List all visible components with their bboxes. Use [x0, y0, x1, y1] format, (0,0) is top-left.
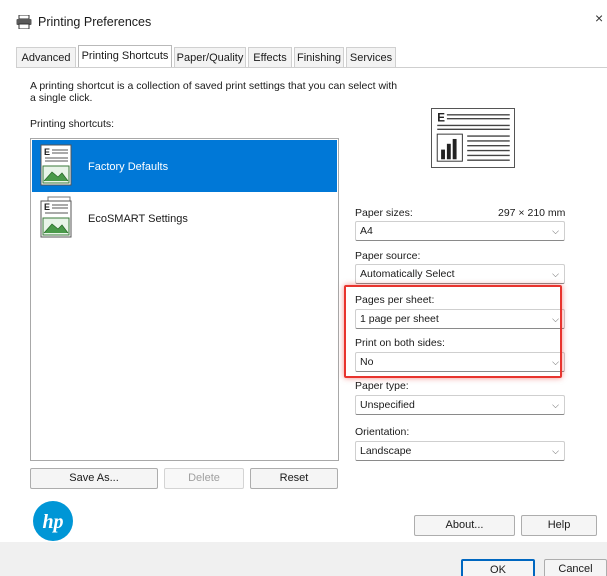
- save-as-button[interactable]: Save As...: [30, 468, 158, 489]
- orientation-label: Orientation:: [355, 426, 410, 438]
- select-value: 1 page per sheet: [360, 313, 439, 325]
- select-value: A4: [360, 225, 373, 237]
- select-value: Automatically Select: [360, 268, 455, 280]
- svg-text:E: E: [44, 202, 50, 212]
- print-both-sides-label: Print on both sides:: [355, 337, 445, 349]
- close-button[interactable]: ×: [595, 10, 603, 26]
- shortcut-item-ecosmart[interactable]: E EcoSMART Settings: [32, 192, 337, 244]
- delete-button[interactable]: Delete: [164, 468, 244, 489]
- chevron-down-icon: ⌵: [552, 269, 559, 279]
- reset-button[interactable]: Reset: [250, 468, 338, 489]
- paper-type-label: Paper type:: [355, 380, 409, 392]
- chevron-down-icon: ⌵: [552, 400, 559, 410]
- orientation-select[interactable]: Landscape ⌵: [355, 441, 565, 461]
- print-both-sides-select[interactable]: No ⌵: [355, 352, 565, 372]
- shortcuts-list-label: Printing shortcuts:: [30, 118, 115, 130]
- shortcut-label: Factory Defaults: [88, 161, 169, 173]
- select-value: Landscape: [360, 445, 412, 457]
- shortcut-item-factory-defaults[interactable]: E Factory Defaults: [32, 140, 337, 192]
- hp-logo-icon: hp: [33, 501, 73, 541]
- ok-button[interactable]: OK: [461, 559, 535, 576]
- about-button[interactable]: About...: [414, 515, 515, 536]
- svg-text:E: E: [437, 112, 445, 125]
- paper-source-select[interactable]: Automatically Select ⌵: [355, 264, 565, 284]
- document-stack-icon: E: [40, 196, 72, 238]
- pages-per-sheet-label: Pages per sheet:: [355, 294, 435, 306]
- shortcut-label: EcoSMART Settings: [88, 213, 188, 225]
- select-value: No: [360, 356, 374, 368]
- title-bar: Printing Preferences ×: [0, 0, 607, 44]
- select-value: Unspecified: [360, 399, 415, 411]
- paper-source-label: Paper source:: [355, 250, 421, 262]
- svg-text:E: E: [44, 147, 50, 157]
- chevron-down-icon: ⌵: [552, 357, 559, 367]
- document-landscape-icon: E: [40, 144, 72, 186]
- window-title: Printing Preferences: [38, 15, 152, 29]
- tab-effects[interactable]: Effects: [248, 47, 292, 67]
- chevron-down-icon: ⌵: [552, 226, 559, 236]
- tab-printing-shortcuts[interactable]: Printing Shortcuts: [78, 45, 172, 67]
- help-button[interactable]: Help: [521, 515, 597, 536]
- paper-size-dimension: 297 × 210 mm: [498, 207, 566, 219]
- svg-text:hp: hp: [42, 511, 63, 533]
- paper-type-select[interactable]: Unspecified ⌵: [355, 395, 565, 415]
- tab-finishing[interactable]: Finishing: [294, 47, 344, 67]
- shortcut-list[interactable]: E Factory Defaults E EcoSMART Settings: [30, 138, 339, 461]
- pages-per-sheet-select[interactable]: 1 page per sheet ⌵: [355, 309, 565, 329]
- paper-sizes-label: Paper sizes:: [355, 207, 413, 219]
- chevron-down-icon: ⌵: [552, 446, 559, 456]
- tab-paper-quality[interactable]: Paper/Quality: [174, 47, 246, 67]
- page-preview-icon: E: [431, 108, 515, 168]
- tab-advanced[interactable]: Advanced: [16, 47, 76, 67]
- cancel-button[interactable]: Cancel: [544, 559, 607, 576]
- tab-services[interactable]: Services: [346, 47, 396, 67]
- paper-sizes-select[interactable]: A4 ⌵: [355, 221, 565, 241]
- chevron-down-icon: ⌵: [552, 314, 559, 324]
- printer-icon: [16, 15, 32, 29]
- shortcuts-description: A printing shortcut is a collection of s…: [30, 80, 398, 104]
